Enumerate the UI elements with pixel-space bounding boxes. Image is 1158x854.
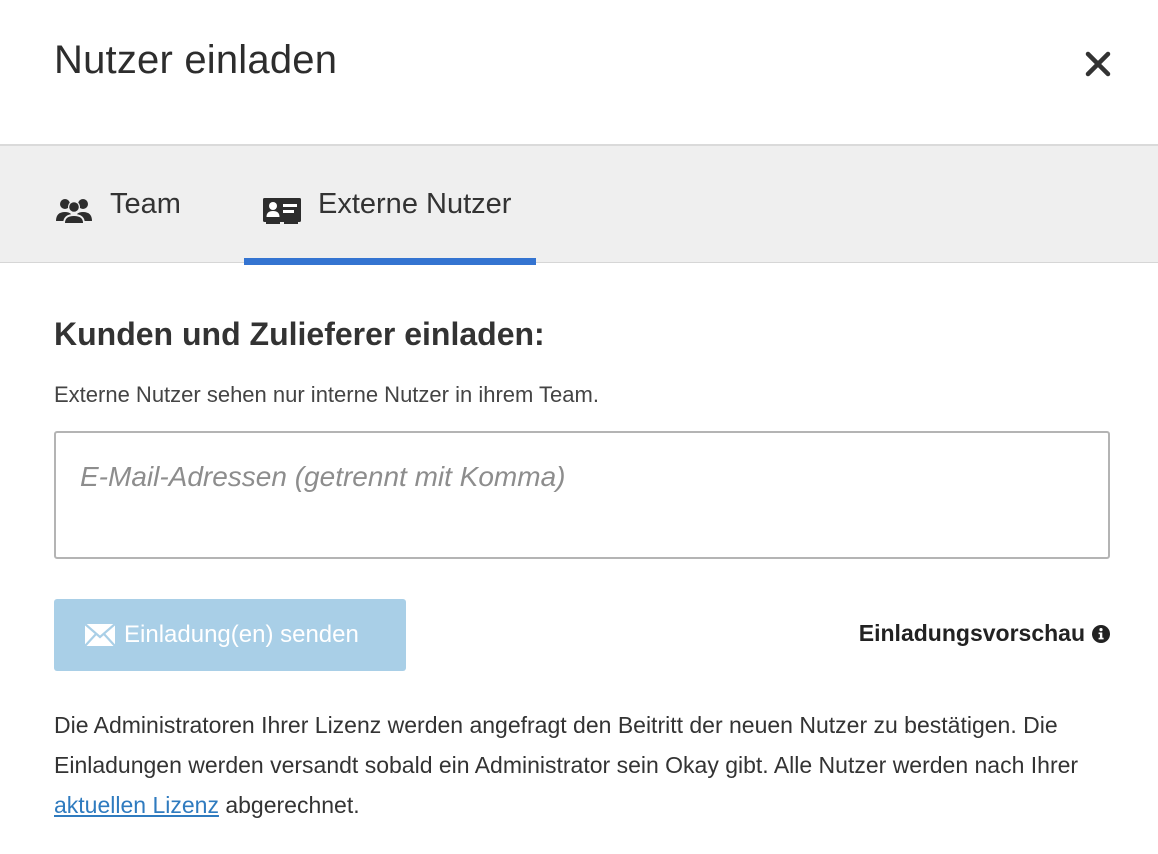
tab-external-users[interactable]: Externe Nutzer (244, 146, 536, 265)
dialog-title: Nutzer einladen (54, 38, 338, 82)
tab-team-label: Team (110, 188, 181, 220)
invitation-preview-label: Einladungsvorschau (858, 620, 1085, 646)
email-addresses-input[interactable] (56, 433, 1108, 557)
section-heading: Kunden und Zulieferer einladen: (54, 316, 545, 352)
section-description: Externe Nutzer sehen nur interne Nutzer … (54, 382, 599, 407)
dialog-header: Nutzer einladen (0, 0, 1158, 144)
tab-bar: Team Externe Nutzer (0, 144, 1158, 265)
tab-team[interactable]: Team (54, 146, 204, 263)
info-icon[interactable] (1092, 624, 1110, 643)
contact-card-icon (262, 190, 306, 230)
send-invitations-label: Einladung(en) senden (124, 621, 359, 648)
license-notice-text: Die Administratoren Ihrer Lizenz werden … (54, 712, 1079, 778)
current-license-link[interactable]: aktuellen Lizenz (54, 792, 219, 818)
users-icon (54, 190, 98, 230)
email-input-container (54, 431, 1110, 559)
tab-external-users-label: Externe Nutzer (318, 188, 512, 220)
envelope-icon (84, 623, 116, 647)
invitation-preview-link[interactable]: Einladungsvorschau (859, 620, 1110, 647)
license-notice: Die Administratoren Ihrer Lizenz werden … (54, 705, 1114, 825)
close-icon (1085, 51, 1111, 77)
close-button[interactable] (1080, 44, 1116, 84)
send-invitations-button[interactable]: Einladung(en) senden (54, 599, 406, 671)
license-notice-text-end: abgerechnet. (218, 792, 360, 818)
